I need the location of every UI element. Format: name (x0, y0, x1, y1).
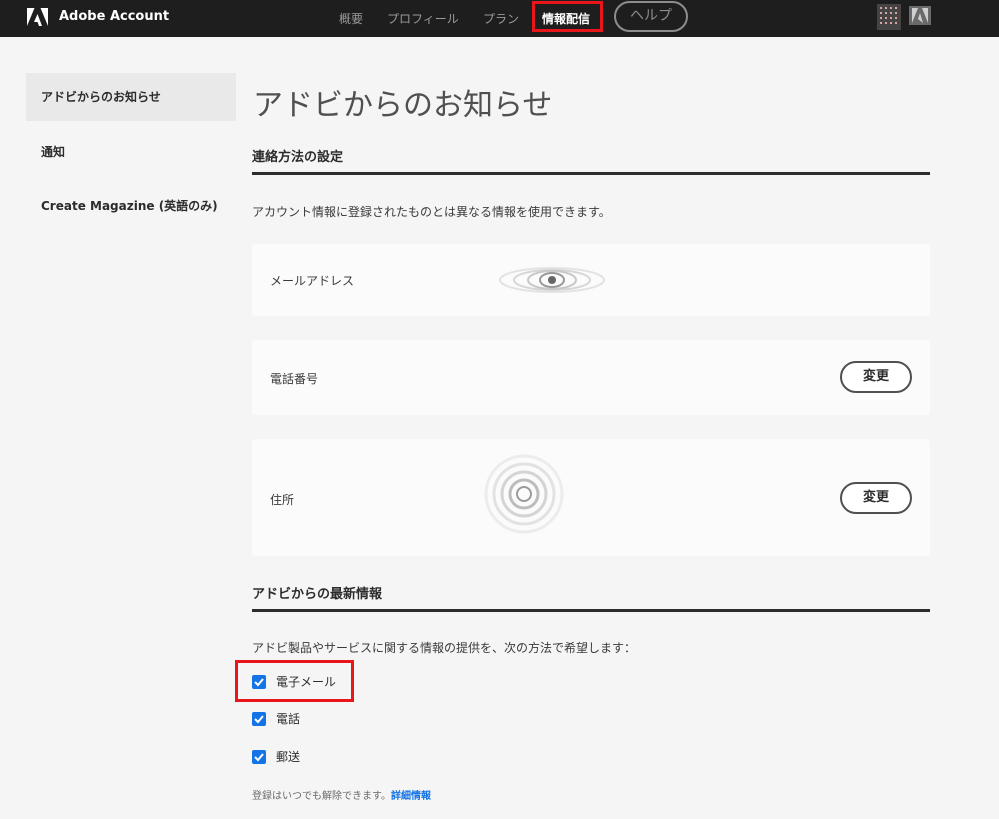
email-label: メールアドレス (270, 274, 355, 288)
nav-overview[interactable]: 概要 (339, 10, 363, 27)
phone-checkbox[interactable] (252, 712, 266, 726)
checkmark-icon (254, 753, 264, 762)
nav-plans[interactable]: プラン (483, 10, 519, 27)
brand-name[interactable]: Adobe Account (59, 9, 169, 24)
checkmark-icon (254, 715, 264, 724)
top-bar: Adobe Account 概要 プロフィール プラン 情報配信 ヘルプ (0, 0, 999, 37)
sidebar-item-notifications[interactable]: 通知 (26, 128, 236, 176)
address-card: 住所 変更 (252, 439, 930, 556)
contact-settings-heading: 連絡方法の設定 (252, 150, 344, 165)
change-address-button[interactable]: 変更 (840, 482, 912, 514)
email-card: メールアドレス (252, 244, 930, 316)
address-label: 住所 (270, 493, 295, 507)
mail-option-label[interactable]: 郵送 (276, 748, 300, 765)
highlight-box (532, 1, 603, 32)
learn-more-link[interactable]: 詳細情報 (391, 791, 431, 802)
redacted-address-icon (484, 454, 564, 534)
section-divider (252, 172, 930, 175)
section-divider (252, 609, 930, 612)
adobe-app-icon[interactable] (909, 6, 931, 25)
updates-description: アドビ製品やサービスに関する情報の提供を、次の方法で希望します： (252, 641, 637, 655)
phone-option-label[interactable]: 電話 (276, 710, 300, 727)
redacted-email-icon (499, 267, 605, 293)
contact-description: アカウント情報に登録されたものとは異なる情報を使用できます。 (252, 205, 611, 219)
mail-checkbox[interactable] (252, 750, 266, 764)
help-button[interactable]: ヘルプ (614, 1, 688, 32)
adobe-logo-icon[interactable] (27, 8, 48, 26)
avatar[interactable] (877, 4, 901, 30)
phone-label: 電話番号 (270, 372, 319, 386)
sidebar-item-adobe-news[interactable]: アドビからのお知らせ (26, 73, 236, 121)
unsubscribe-text: 登録はいつでも解除できます。 (252, 791, 391, 802)
page-title: アドビからのお知らせ (253, 88, 553, 123)
unsubscribe-note: 登録はいつでも解除できます。詳細情報 (252, 787, 431, 802)
phone-card: 電話番号 変更 (252, 340, 930, 415)
highlight-box (235, 660, 354, 702)
adobe-updates-heading: アドビからの最新情報 (252, 587, 383, 602)
nav-profile[interactable]: プロフィール (387, 10, 459, 27)
change-phone-button[interactable]: 変更 (840, 361, 912, 393)
sidebar-item-create-magazine[interactable]: Create Magazine (英語のみ) (26, 182, 236, 230)
